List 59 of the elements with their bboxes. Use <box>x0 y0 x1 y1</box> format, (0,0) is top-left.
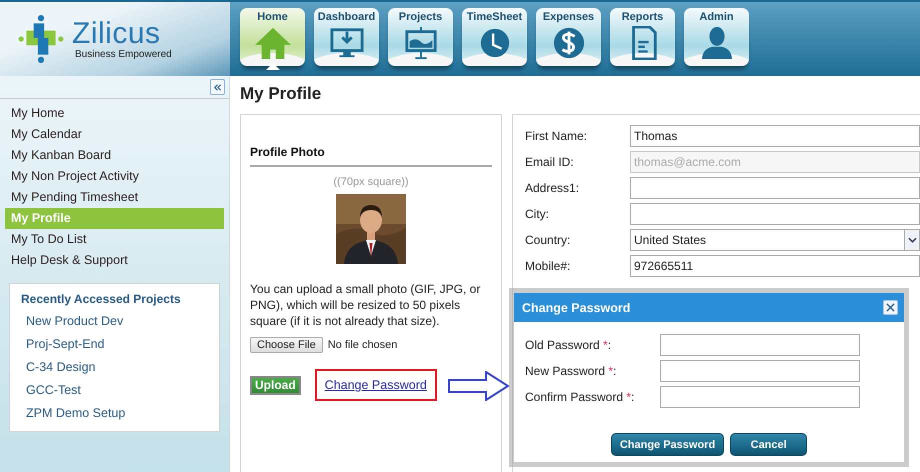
field-label: Country: <box>525 233 572 247</box>
sidebar-item[interactable]: My Kanban Board <box>5 145 224 166</box>
logo-icon <box>18 15 64 63</box>
field-label: Mobile#: <box>525 259 572 273</box>
close-button[interactable] <box>883 300 898 315</box>
sidebar-item[interactable]: My Pending Timesheet <box>5 187 224 208</box>
sidebar-item[interactable]: My To Do List <box>5 229 224 250</box>
field-label: First Name: <box>525 129 588 143</box>
field-label: Confirm Password *: <box>525 390 636 404</box>
project-link[interactable]: ZPM Demo Setup <box>21 402 219 425</box>
input-field[interactable]: Thomas <box>630 125 920 147</box>
project-link[interactable]: Proj-Sept-End <box>21 333 219 356</box>
nav-tab[interactable]: Home <box>240 8 305 66</box>
monitor-icon <box>328 26 366 60</box>
nav-tab[interactable]: Admin <box>684 8 749 66</box>
sidebar-item[interactable]: My Calendar <box>5 124 224 145</box>
input-field[interactable] <box>630 203 920 225</box>
sidebar-item[interactable]: Help Desk & Support <box>5 250 224 271</box>
nav-tab[interactable]: Expenses <box>536 8 601 66</box>
selection-pointer <box>266 63 280 70</box>
sidebar-item[interactable]: My Home <box>5 103 224 124</box>
nav-tab[interactable]: Projects <box>388 8 453 66</box>
field-label: New Password *: <box>525 364 618 378</box>
dialog-button[interactable]: Change Password <box>610 433 724 456</box>
nav-tab[interactable]: TimeSheet <box>462 8 527 66</box>
double-chevron-left-icon <box>213 82 222 92</box>
file-status: No file chosen <box>328 339 398 351</box>
dialog-button[interactable]: Cancel <box>730 433 808 456</box>
upload-instructions: You can upload a small photo (GIF, JPG, or PNG), which will be resized to 50 pixels square (if it is not already that size). <box>250 281 482 329</box>
change-password-link[interactable]: Change Password <box>324 378 427 392</box>
upload-button[interactable]: Upload <box>250 376 301 394</box>
size-hint: ((70px square)) <box>332 176 410 188</box>
brand-tagline: Business Empowered <box>75 48 172 60</box>
home-icon <box>254 26 292 60</box>
password-field[interactable] <box>660 334 860 356</box>
project-link[interactable]: GCC-Test <box>21 379 219 402</box>
brand-name: Zilicus <box>72 18 162 48</box>
nav-tab[interactable]: Dashboard <box>314 8 379 66</box>
collapse-button[interactable] <box>210 79 225 95</box>
section-title: Profile Photo <box>250 145 492 167</box>
field-label: Old Password *: <box>525 338 612 352</box>
project-link[interactable]: C-34 Design <box>21 356 219 379</box>
dialog-title: Change Password <box>522 300 630 314</box>
choose-file-button[interactable]: Choose File <box>250 337 323 353</box>
close-icon <box>886 303 895 312</box>
select-field[interactable]: United States <box>630 229 920 251</box>
field-label: Address1: <box>525 181 580 195</box>
page-title: My Profile <box>240 84 322 104</box>
input-field[interactable] <box>630 177 920 199</box>
password-field[interactable] <box>660 386 860 408</box>
right-arrow-icon <box>448 371 510 401</box>
password-field[interactable] <box>660 360 860 382</box>
field-label: City: <box>525 207 550 221</box>
field-label: Email ID: <box>525 155 575 169</box>
project-link[interactable]: New Product Dev <box>21 310 219 333</box>
input-field[interactable]: 972665511 <box>630 255 920 277</box>
nav-tab[interactable]: Reports <box>610 8 675 66</box>
sidebar-item[interactable]: My Non Project Activity <box>5 166 224 187</box>
panel-title: Recently Accessed Projects <box>21 292 182 306</box>
